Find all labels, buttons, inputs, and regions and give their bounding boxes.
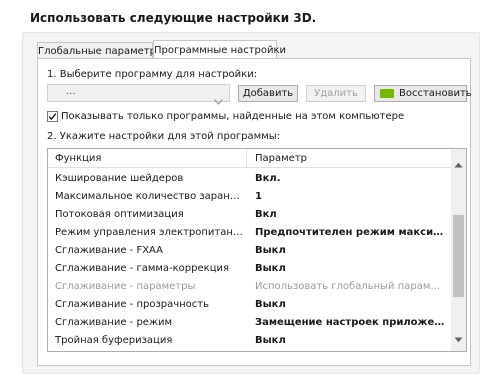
column-header-feature[interactable]: Функция [55,153,101,164]
tab-program-settings[interactable]: Программные настройки [153,40,286,59]
setting-cell[interactable]: Выкл [255,245,445,256]
table-row[interactable]: Потоковая оптимизация Вкл [48,206,451,223]
table-row[interactable]: Кэширование шейдеров Вкл. [48,170,451,187]
add-button[interactable]: Добавить [238,85,298,102]
tab-global-settings[interactable]: Глобальные параметры [37,42,164,59]
feature-cell: Потоковая оптимизация [55,209,184,220]
scroll-down-arrow-icon[interactable] [454,328,463,347]
vertical-scrollbar[interactable] [451,149,466,351]
setting-cell[interactable]: Предпочтителен режим максимал... [255,227,445,238]
feature-cell: Сглаживание - FXAA [55,245,164,256]
chevron-down-icon [214,90,223,109]
feature-cell: Сглаживание - режим [55,317,172,328]
table-row[interactable]: Максимальное количество заранее под... 1 [48,188,451,205]
restore-button[interactable]: Восстановить [374,85,472,102]
setting-cell[interactable]: Выкл [255,263,445,274]
feature-cell: Сглаживание - гамма-коррекция [55,263,230,274]
setting-cell[interactable]: Выкл [255,299,445,310]
feature-cell: Сглаживание - параметры [55,281,196,292]
feature-cell: Сглаживание - прозрачность [55,299,210,310]
feature-cell: Тройная буферизация [55,335,173,346]
restore-button-label: Восстановить [399,88,472,99]
setting-cell[interactable]: Замещение настроек приложения [255,317,445,328]
setting-cell[interactable]: Вкл [255,209,445,220]
feature-cell: Максимальное количество заранее под... [55,191,243,202]
step1-label: 1. Выберите программу для настройки: [47,69,258,80]
page-title: Использовать следующие настройки 3D. [30,11,317,25]
remove-button[interactable]: Удалить [306,85,366,102]
settings-table: Функция Параметр Кэширование шейдеров Вк… [47,148,467,352]
table-row[interactable]: Тройная буферизация Выкл [48,332,451,349]
scroll-up-arrow-icon[interactable] [454,153,463,172]
checkmark-icon [48,113,57,121]
table-row[interactable]: Сглаживание - режим Замещение настроек п… [48,314,451,331]
column-divider [246,149,247,168]
table-row[interactable]: Сглаживание - параметры Использовать гло… [48,278,451,295]
table-row[interactable]: Сглаживание - прозрачность Выкл [48,296,451,313]
setting-cell[interactable]: Вкл. [255,173,445,184]
nvidia-logo-icon [380,89,394,98]
window-header: Использовать следующие настройки 3D. [0,0,498,30]
column-header-setting[interactable]: Параметр [255,153,307,164]
table-row[interactable]: Режим управления электропитанием Предпоч… [48,224,451,241]
program-select-value: ... [66,86,76,97]
scrollbar-thumb[interactable] [453,215,464,297]
setting-cell[interactable]: Выкл [255,335,445,346]
filter-checkbox[interactable] [47,111,58,122]
filter-checkbox-label: Показывать только программы, найденные н… [61,111,405,122]
table-row[interactable]: Сглаживание - гамма-коррекция Выкл [48,260,451,277]
table-header: Функция Параметр [48,149,451,168]
setting-cell[interactable]: Использовать глобальный параметр (У... [255,281,445,292]
setting-cell[interactable]: 1 [255,191,445,202]
step2-label: 2. Укажите настройки для этой программы: [47,131,281,142]
program-select[interactable]: ... [47,84,230,105]
feature-cell: Кэширование шейдеров [55,173,184,184]
table-row[interactable]: Сглаживание - FXAA Выкл [48,242,451,259]
feature-cell: Режим управления электропитанием [55,227,243,238]
